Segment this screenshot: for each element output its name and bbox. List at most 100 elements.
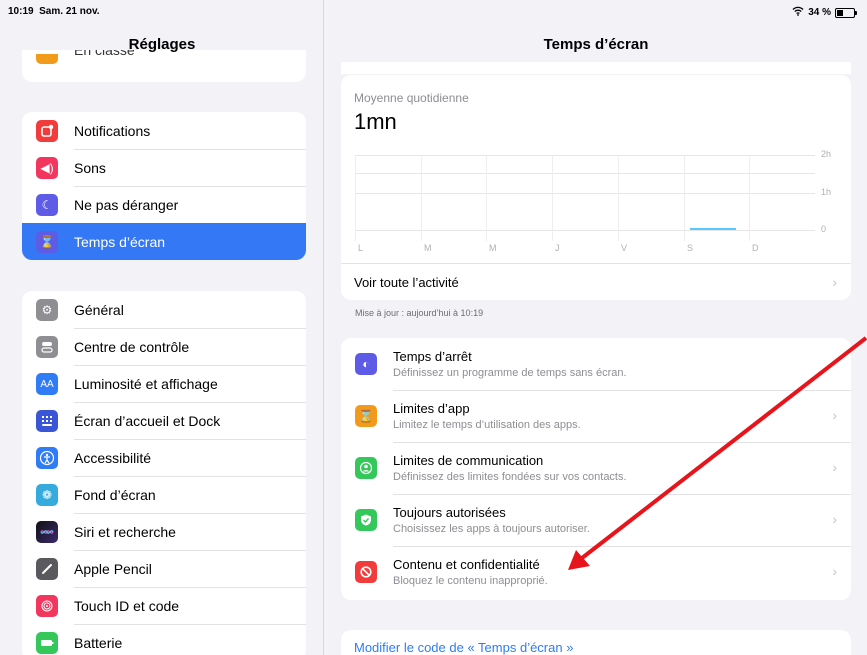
accessibility-icon [36,447,58,469]
see-all-activity-label: Voir toute l’activité [354,274,459,290]
sidebar-item-home-screen[interactable]: Écran d’accueil et Dock [22,402,306,439]
sidebar-item-control-center[interactable]: Centre de contrôle [22,328,306,365]
display-icon: AA [36,373,58,395]
chart-gridline [355,155,815,156]
sidebar-item-label: Ne pas déranger [74,196,179,213]
item-subtitle: Définissez des limites fondées sur vos c… [393,471,627,483]
chart-day-label: S [687,243,694,253]
see-all-activity-link[interactable]: Voir toute l’activité › [341,263,851,300]
person-icon [355,457,377,479]
chart-y-tick: 1h [821,187,832,197]
chevron-right-icon: › [832,274,837,290]
chart-gridline [355,173,815,174]
chart-gridline [355,230,815,231]
downtime-item[interactable]: ◐ Temps d’arrêt Définissez un programme … [341,338,851,390]
usage-chart: 2h 1h 0 L M M J V S D [355,149,843,255]
sidebar-item-label: Luminosité et affichage [74,375,218,392]
checkmark-icon [355,509,377,531]
wallpaper-icon: ❁ [36,484,58,506]
daily-average-label: Moyenne quotidienne [354,91,469,105]
sidebar-item-sounds[interactable]: ◀︎) Sons [22,149,306,186]
item-title: Temps d’arrêt [393,349,472,364]
settings-sidebar: En classe Réglages Notifications ◀︎) Son… [0,0,324,655]
sidebar-item-screen-time[interactable]: ⌛ Temps d’écran [22,223,306,260]
battery-percent: 34 % [808,7,831,18]
sidebar-item-label: Temps d’écran [74,233,166,250]
chart-gridline [355,193,815,194]
sidebar-item-wallpaper[interactable]: ❁ Fond d’écran [22,476,306,513]
chart-y-tick: 0 [821,224,827,234]
chart-day-divider [618,155,619,241]
sidebar-item-label: Centre de contrôle [74,338,190,355]
restricted-icon [355,561,377,583]
chart-day-label: M [424,243,432,253]
item-subtitle: Limitez le temps d’utilisation des apps. [393,419,581,431]
chart-day-label: L [358,243,364,253]
change-passcode-button[interactable]: Modifier le code de « Temps d’écran » [341,630,851,655]
chevron-right-icon: › [832,511,837,527]
item-title: Limites de communication [393,453,544,468]
pencil-icon [36,558,58,580]
page-title: Temps d’écran [543,36,649,53]
chart-day-divider [749,155,750,241]
sidebar-item-label: Siri et recherche [74,523,176,540]
item-subtitle: Choisissez les apps à toujours autoriser… [393,523,590,535]
screen-time-pane: Temps d’écran Moyenne quotidienne 1mn 2h… [325,0,867,655]
chevron-right-icon: › [832,407,837,423]
usage-card: Moyenne quotidienne 1mn 2h 1h 0 L M M J V S D Voi… [341,75,851,300]
notifications-icon [36,120,58,142]
sidebar-title: Réglages [128,36,196,53]
toggles-icon [36,336,58,358]
sidebar-item-touch-id[interactable]: Touch ID et code [22,587,306,624]
sidebar-item-notifications[interactable]: Notifications [22,112,306,149]
daily-average-value: 1mn [354,109,397,134]
chart-day-divider [552,155,553,241]
downtime-icon: ◐ [355,353,377,375]
status-time: 10:19 Sam. 21 nov. [8,6,100,17]
app-limits-item[interactable]: ⌛ Limites d’app Limitez le temps d’utili… [341,390,851,442]
hourglass-icon: ⌛ [355,405,377,427]
chart-y-tick: 2h [821,149,832,159]
chart-day-divider [684,155,685,241]
chart-day-label: D [752,243,759,253]
chart-day-label: V [621,243,628,253]
sidebar-item-general[interactable]: ⚙ Général [22,291,306,328]
sidebar-item-battery[interactable]: Batterie [22,624,306,655]
chart-day-divider [421,155,422,241]
sidebar-item-do-not-disturb[interactable]: ☾ Ne pas déranger [22,186,306,223]
change-passcode-label: Modifier le code de « Temps d’écran » [354,640,574,655]
sidebar-item-siri[interactable]: Siri et recherche [22,513,306,550]
chevron-right-icon: › [832,563,837,579]
battery-icon [36,632,58,654]
communication-limits-item[interactable]: Limites de communication Définissez des … [341,442,851,494]
sidebar-item-label: Écran d’accueil et Dock [74,412,221,429]
sidebar-item-label: Touch ID et code [74,597,180,614]
item-title: Toujours autorisées [393,505,506,520]
sidebar-item-label: Apple Pencil [74,560,152,577]
item-title: Contenu et confidentialité [393,557,540,572]
status-bar: 10:19 Sam. 21 nov. 34 % [0,0,867,22]
sidebar-item-classroom[interactable]: En classe [22,50,306,82]
limits-card: ◐ Temps d’arrêt Définissez un programme … [341,338,851,600]
item-subtitle: Bloquez le contenu inapproprié. [393,575,548,587]
battery-status-icon [835,7,857,18]
sidebar-item-label: Accessibilité [74,449,152,466]
item-subtitle: Définissez un programme de temps sans éc… [393,367,627,379]
chart-day-label: M [489,243,497,253]
chart-day-divider [486,155,487,241]
content-privacy-item[interactable]: Contenu et confidentialité Bloquez le co… [341,546,851,598]
sidebar-item-display[interactable]: AA Luminosité et affichage [22,365,306,402]
chart-usage-bar [690,228,736,230]
sidebar-group-general: ⚙ Général Centre de contrôle AA Luminosi… [22,291,306,655]
classroom-icon [36,54,58,64]
chart-day-divider [355,155,356,241]
chevron-right-icon: › [832,459,837,475]
always-allowed-item[interactable]: Toujours autorisées Choisissez les apps … [341,494,851,546]
sidebar-item-label: Notifications [74,122,151,139]
status-right: 34 % [792,6,857,19]
sidebar-item-accessibility[interactable]: Accessibilité [22,439,306,476]
fingerprint-icon [36,595,58,617]
sidebar-item-apple-pencil[interactable]: Apple Pencil [22,550,306,587]
sidebar-item-label: Sons [74,159,106,176]
hourglass-icon: ⌛ [36,231,58,253]
